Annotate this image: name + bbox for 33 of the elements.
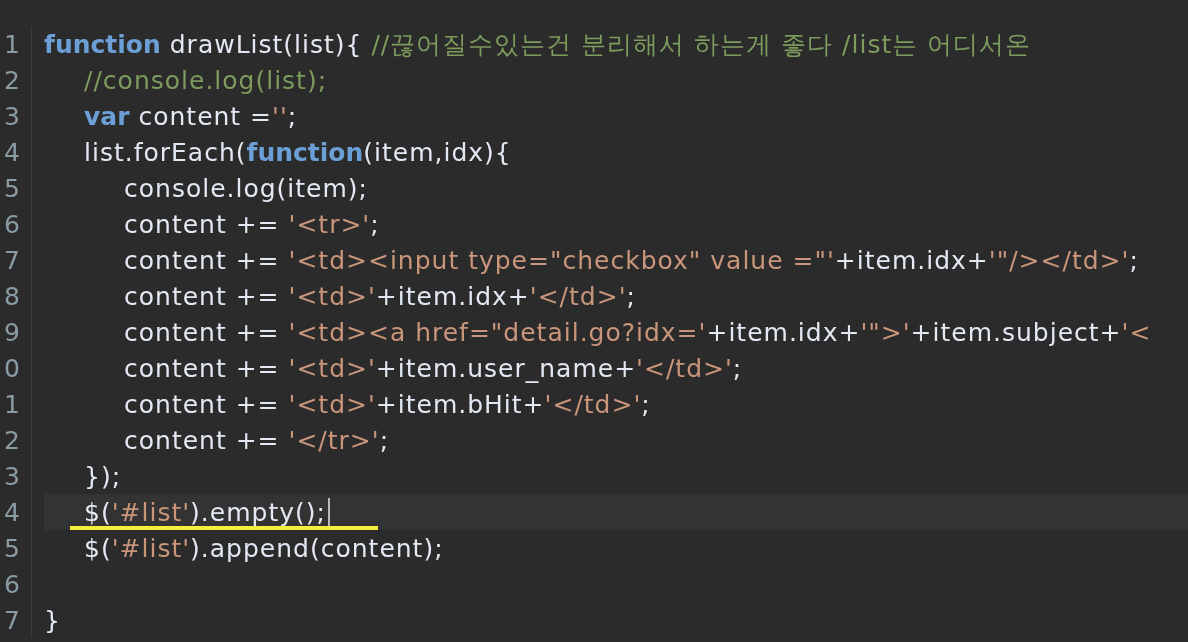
code-line: content += '<tr>'; [123, 208, 381, 241]
code-line: function drawList(list){ //끊어질수있는건 분리해서 하는게 좋다 /list는 어디서온 [43, 28, 1033, 61]
text-cursor [327, 498, 330, 526]
code-line: }); [83, 460, 123, 493]
line-number: 4 [4, 497, 21, 527]
code-line: list.forEach(function(item,idx){ [83, 136, 513, 169]
line-number: 3 [4, 461, 21, 491]
line-number: 4 [4, 137, 21, 167]
code-line: content += '<td>'+item.bHit+'</td>'; [123, 388, 652, 421]
line-number: 7 [4, 605, 21, 635]
code-line: var content =''; [83, 100, 299, 133]
line-number: 5 [4, 533, 21, 563]
code-line: content += '<td>'+item.user_name+'</td>'; [123, 352, 744, 385]
line-number: 6 [4, 209, 21, 239]
line-number: 0 [4, 353, 21, 383]
code-line: console.log(item); [123, 172, 369, 205]
code-line: } [43, 604, 62, 637]
line-number: 8 [4, 281, 21, 311]
line-number: 2 [4, 425, 21, 455]
code-line: content += '<td>'+item.idx+'</td>'; [123, 280, 637, 313]
code-line: content += '</tr>'; [123, 424, 391, 457]
line-number: 1 [4, 29, 21, 59]
code-line: content += '<td><input type="checkbox" value ="'+item.idx+'"/></td>'; [123, 244, 1140, 277]
line-number: 2 [4, 65, 21, 95]
line-number: 7 [4, 245, 21, 275]
line-number: 9 [4, 317, 21, 347]
code-line: $('#list').append(content); [83, 532, 445, 565]
code-line: content += '<td><a href="detail.go?idx='+item.idx+'">'+item.subject+'< [123, 316, 1153, 349]
line-number: 3 [4, 101, 21, 131]
line-number: 5 [4, 173, 21, 203]
line-number: 1 [4, 389, 21, 419]
code-line: //console.log(list); [83, 64, 329, 97]
line-number: 6 [4, 569, 21, 599]
